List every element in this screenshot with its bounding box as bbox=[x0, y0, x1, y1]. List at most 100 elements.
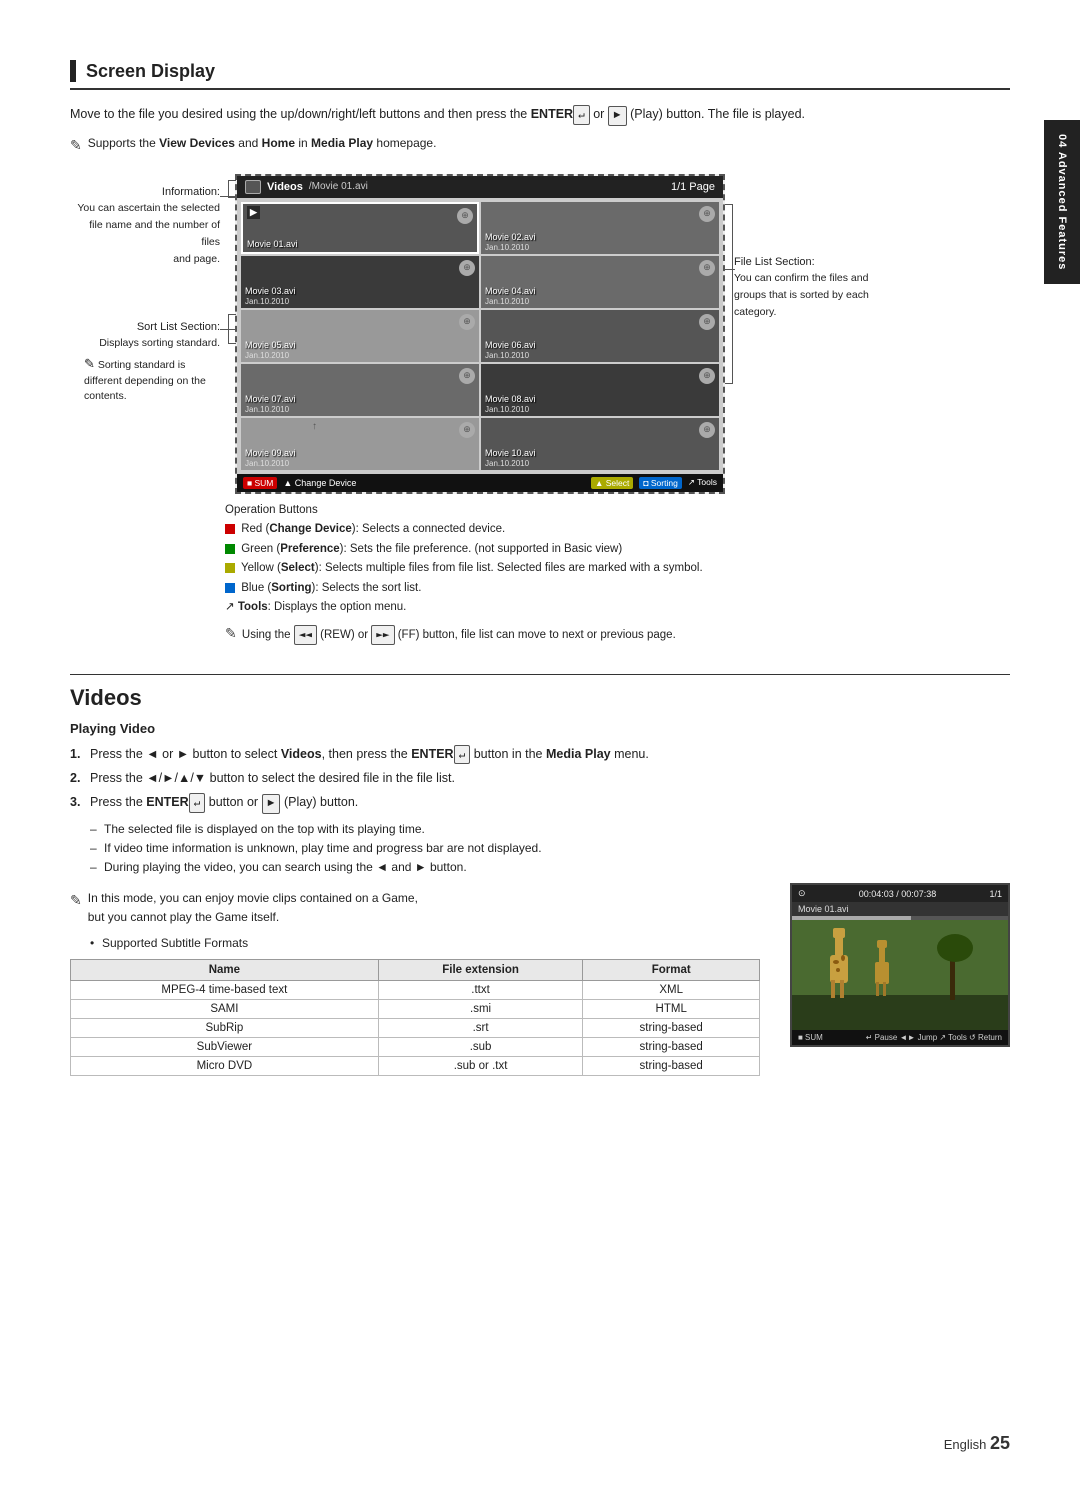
cell-icon-4: ⊕ bbox=[699, 260, 715, 276]
intro-paragraph: Move to the file you desired using the u… bbox=[70, 104, 990, 126]
step-3: 3. Press the ENTER↵ button or ► (Play) b… bbox=[70, 792, 1010, 814]
playing-video-title: Playing Video bbox=[70, 721, 1010, 736]
cell-date-7: Jan.10.2010 bbox=[245, 405, 475, 414]
video-preview: ⊙ 00:04:03 / 00:07:38 1/1 Movie 01.avi bbox=[790, 883, 1010, 1047]
th-extension: File extension bbox=[378, 959, 583, 980]
table-row: SubViewer .sub string-based bbox=[71, 1037, 760, 1056]
note-game-text: In this mode, you can enjoy movie clips … bbox=[88, 889, 418, 927]
cell-label-1: Movie 01.avi bbox=[247, 239, 473, 250]
file-list-bracket bbox=[725, 204, 733, 384]
videos-title: Videos bbox=[70, 685, 1010, 711]
tv-file-grid: ▶ ⊕ Movie 01.avi ⊕ Movie 02.avi Jan.10.2… bbox=[237, 198, 723, 474]
tv-cell-4: ⊕ Movie 04.avi Jan.10.2010 bbox=[481, 256, 719, 308]
tv-cell-6: ⊕ Movie 06.avi Jan.10.2010 bbox=[481, 310, 719, 362]
op-buttons-label: Operation Buttons bbox=[225, 504, 1010, 516]
cell-icon-8: ⊕ bbox=[699, 368, 715, 384]
op-green: Green (Preference): Sets the file prefer… bbox=[225, 540, 1010, 560]
td-ext-3: .srt bbox=[378, 1018, 583, 1037]
sort-annotation: Sort List Section: Displays sorting stan… bbox=[70, 319, 220, 352]
table-row: SubRip .srt string-based bbox=[71, 1018, 760, 1037]
cell-label-10: Movie 10.avi bbox=[485, 448, 715, 459]
cell-date-6: Jan.10.2010 bbox=[485, 351, 715, 360]
cell-date-2: Jan.10.2010 bbox=[485, 243, 715, 252]
giraffe-scene bbox=[792, 920, 1008, 1030]
tv-section-label: Videos bbox=[267, 181, 303, 193]
info-annotation: Information: You can ascertain the selec… bbox=[70, 184, 220, 268]
tv-cell-7: ⊕ Movie 07.avi Jan.10.2010 bbox=[241, 364, 479, 416]
color-green bbox=[225, 544, 235, 554]
tv-screen-mockup: Videos /Movie 01.avi 1/1 Page ▶ ⊕ Movie … bbox=[235, 174, 725, 494]
btn-sum: ■ SUM bbox=[243, 477, 277, 489]
op-rew-ff: ✎ Using the ◄◄ (REW) or ►► (FF) button, … bbox=[225, 622, 1010, 646]
td-fmt-1: XML bbox=[583, 980, 760, 999]
cell-label-3: Movie 03.avi bbox=[245, 286, 475, 297]
btn-select: ▲ Select bbox=[591, 477, 633, 489]
table-body: MPEG-4 time-based text .ttxt XML SAMI .s… bbox=[71, 980, 760, 1075]
title-bar-decoration bbox=[70, 60, 76, 82]
cell-date-3: Jan.10.2010 bbox=[245, 297, 475, 306]
dash-item-2: If video time information is unknown, pl… bbox=[90, 839, 1010, 858]
btn-change-device: ▲ Change Device bbox=[283, 478, 356, 488]
tv-current-file: /Movie 01.avi bbox=[309, 181, 368, 192]
screen-display-title: Screen Display bbox=[86, 61, 215, 82]
cell-icon-3: ⊕ bbox=[459, 260, 475, 276]
note-game: ✎ In this mode, you can enjoy movie clip… bbox=[70, 889, 760, 927]
vp-body bbox=[792, 920, 1008, 1030]
info-bracket bbox=[228, 180, 236, 198]
bullet-list: Supported Subtitle Formats bbox=[90, 934, 760, 953]
table-row: SAMI .smi HTML bbox=[71, 999, 760, 1018]
note-icon: ✎ bbox=[70, 134, 82, 156]
vp-page: 1/1 bbox=[989, 889, 1002, 899]
bullet-subtitle: Supported Subtitle Formats bbox=[90, 934, 760, 953]
vp-footer: ■ SUM ↵ Pause ◄► Jump ↗ Tools ↺ Return bbox=[792, 1030, 1008, 1045]
td-name-4: SubViewer bbox=[71, 1037, 379, 1056]
step-2-num: 2. bbox=[70, 768, 80, 788]
op-yellow: Yellow (Select): Selects multiple files … bbox=[225, 559, 1010, 579]
td-ext-5: .sub or .txt bbox=[378, 1056, 583, 1075]
cell-icon-10: ⊕ bbox=[699, 422, 715, 438]
cell-date-10: Jan.10.2010 bbox=[485, 459, 715, 468]
td-fmt-2: HTML bbox=[583, 999, 760, 1018]
op-tools: ↗ Tools: Displays the option menu. bbox=[225, 598, 1010, 618]
op-red: Red (Change Device): Selects a connected… bbox=[225, 520, 1010, 540]
op-arrow: ↑ bbox=[312, 421, 317, 432]
cell-date-8: Jan.10.2010 bbox=[485, 405, 715, 414]
td-ext-4: .sub bbox=[378, 1037, 583, 1056]
operation-buttons-section: Operation Buttons Red (Change Device): S… bbox=[225, 504, 1010, 646]
sort-bracket bbox=[228, 314, 236, 344]
table-header-row: Name File extension Format bbox=[71, 959, 760, 980]
td-fmt-3: string-based bbox=[583, 1018, 760, 1037]
td-fmt-5: string-based bbox=[583, 1056, 760, 1075]
tv-cell-9: ⊕ Movie 09.avi Jan.10.2010 bbox=[241, 418, 479, 470]
tv-cell-2: ⊕ Movie 02.avi Jan.10.2010 bbox=[481, 202, 719, 254]
note-game-icon: ✎ bbox=[70, 889, 82, 911]
vp-time: 00:04:03 / 00:07:38 bbox=[859, 889, 937, 899]
th-name: Name bbox=[71, 959, 379, 980]
cell-icon-1: ⊕ bbox=[457, 208, 473, 224]
cell-label-7: Movie 07.avi bbox=[245, 394, 475, 405]
tv-video-icon bbox=[245, 180, 261, 194]
step-3-num: 3. bbox=[70, 792, 80, 812]
dash-item-3: During playing the video, you can search… bbox=[90, 858, 1010, 877]
screen-diagram: Information: You can ascertain the selec… bbox=[70, 174, 1010, 494]
tv-cell-5: ⊕ Movie 05.avi Jan.10.2010 bbox=[241, 310, 479, 362]
giraffe-svg bbox=[792, 920, 1008, 1030]
videos-section: Videos Playing Video 1. Press the ◄ or ►… bbox=[70, 674, 1010, 1076]
td-name-5: Micro DVD bbox=[71, 1056, 379, 1075]
cell-label-4: Movie 04.avi bbox=[485, 286, 715, 297]
steps-list: 1. Press the ◄ or ► button to select Vid… bbox=[70, 744, 1010, 814]
step-2: 2. Press the ◄/►/▲/▼ button to select th… bbox=[70, 768, 1010, 788]
page-footer: English 25 bbox=[944, 1433, 1010, 1454]
cell-label-6: Movie 06.avi bbox=[485, 340, 715, 351]
cell-label-2: Movie 02.avi bbox=[485, 232, 715, 243]
cell-label-5: Movie 05.avi bbox=[245, 340, 475, 351]
cell-icon-2: ⊕ bbox=[699, 206, 715, 222]
color-yellow bbox=[225, 563, 235, 573]
btn-tools: ↗ Tools bbox=[688, 477, 717, 488]
subtitle-table: Name File extension Format MPEG-4 time-b… bbox=[70, 959, 760, 1076]
dash-list: The selected file is displayed on the to… bbox=[90, 820, 1010, 878]
vp-icon: ⊙ bbox=[798, 888, 806, 899]
section-title-screen-display: Screen Display bbox=[70, 60, 1010, 90]
cell-icon-6: ⊕ bbox=[699, 314, 715, 330]
cell-label-9: Movie 09.avi bbox=[245, 448, 475, 459]
